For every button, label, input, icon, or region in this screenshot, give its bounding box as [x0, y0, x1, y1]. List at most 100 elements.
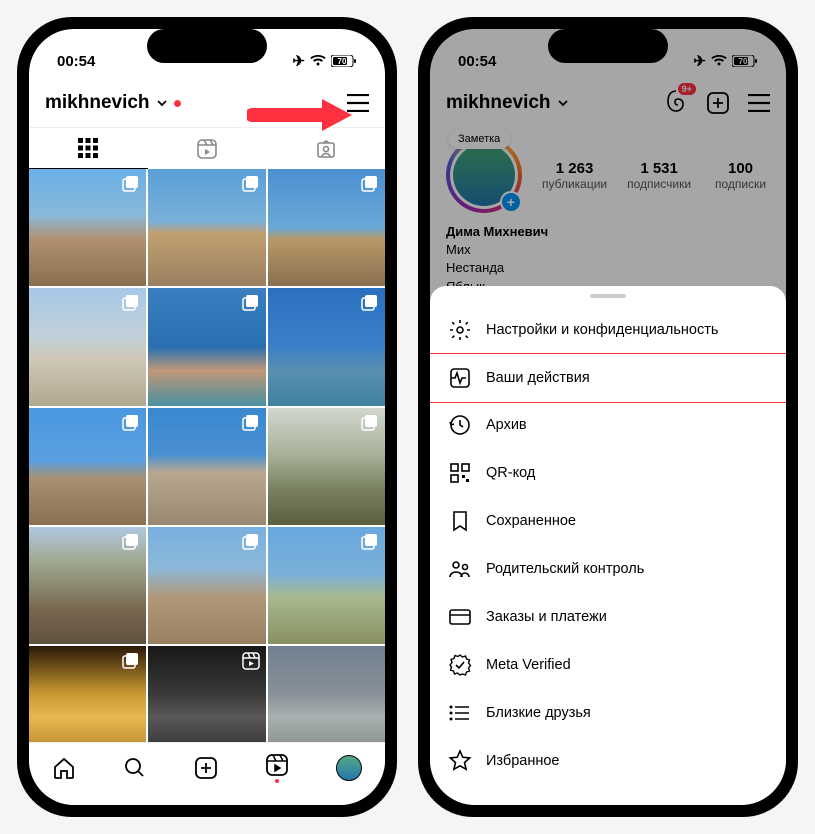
star-icon — [448, 749, 472, 773]
qr-icon — [448, 461, 472, 485]
menu-item-qr[interactable]: QR-код — [430, 449, 786, 497]
menu-item-card[interactable]: Заказы и платежи — [430, 593, 786, 641]
grid-tab[interactable] — [29, 128, 148, 169]
nav-profile[interactable] — [336, 755, 362, 781]
bio-name: Дима Михневич — [446, 223, 770, 241]
list-icon — [448, 701, 472, 725]
menu-item-label: Избранное — [486, 753, 559, 769]
menu-item-gear[interactable]: Настройки и конфиденциальность — [430, 306, 786, 354]
notification-badge: 9+ — [678, 83, 696, 95]
carousel-icon — [242, 414, 260, 432]
svg-text:70: 70 — [739, 57, 748, 66]
post-thumbnail[interactable] — [29, 288, 146, 405]
gear-icon — [448, 318, 472, 342]
post-thumbnail[interactable] — [268, 408, 385, 525]
screen-right: 00:54 ✈ 70 mikhnevich 9+ Заметка — [430, 29, 786, 805]
wifi-icon — [711, 55, 727, 67]
carousel-icon — [242, 533, 260, 551]
menu-item-label: Близкие друзья — [486, 705, 591, 721]
menu-item-label: Настройки и конфиденциальность — [486, 322, 718, 338]
nav-reels[interactable] — [265, 753, 289, 783]
profile-header: mikhnevich 9+ — [430, 79, 786, 127]
carousel-icon — [122, 533, 140, 551]
post-thumbnail[interactable] — [148, 169, 265, 286]
grid-icon — [78, 138, 98, 158]
menu-item-parental[interactable]: Родительский контроль — [430, 545, 786, 593]
menu-item-label: Сохраненное — [486, 513, 576, 529]
carousel-icon — [122, 414, 140, 432]
carousel-icon — [122, 175, 140, 193]
post-thumbnail[interactable] — [148, 288, 265, 405]
post-thumbnail[interactable] — [29, 408, 146, 525]
carousel-icon — [122, 652, 140, 670]
airplane-icon: ✈ — [292, 52, 305, 70]
status-icons: ✈ 70 — [693, 52, 758, 70]
nav-home[interactable] — [52, 756, 76, 780]
carousel-icon — [122, 294, 140, 312]
sheet-handle[interactable] — [590, 294, 626, 298]
plus-square-icon[interactable] — [706, 91, 730, 115]
bookmark-icon — [448, 509, 472, 533]
username-dropdown[interactable]: mikhnevich — [45, 92, 181, 114]
profile-avatar[interactable]: + — [446, 137, 522, 213]
note-bubble[interactable]: Заметка — [448, 129, 510, 149]
menu-item-star[interactable]: Избранное — [430, 737, 786, 785]
add-story-icon[interactable]: + — [500, 191, 522, 213]
post-thumbnail[interactable] — [29, 169, 146, 286]
menu-item-label: Родительский контроль — [486, 561, 644, 577]
menu-item-activity[interactable]: Ваши действия — [430, 353, 786, 403]
nav-search[interactable] — [123, 756, 147, 780]
notch — [548, 29, 668, 63]
post-thumbnail[interactable] — [29, 527, 146, 644]
notch — [147, 29, 267, 63]
phone-left: 00:54 ✈ 70 mikhnevich — [17, 17, 397, 817]
battery-icon: 70 — [331, 55, 357, 67]
stat-following[interactable]: 100подписки — [711, 160, 770, 191]
verified-icon — [448, 653, 472, 677]
stat-followers[interactable]: 1 531подписчики — [627, 160, 691, 191]
reels-nav-icon — [265, 753, 289, 777]
menu-item-label: Архив — [486, 417, 527, 433]
menu-item-list[interactable]: Близкие друзья — [430, 689, 786, 737]
screen-left: 00:54 ✈ 70 mikhnevich — [29, 29, 385, 805]
post-thumbnail[interactable] — [148, 408, 265, 525]
phone-right: 00:54 ✈ 70 mikhnevich 9+ Заметка — [418, 17, 798, 817]
bottom-nav — [29, 742, 385, 805]
status-time: 00:54 — [57, 53, 95, 70]
archive-icon — [448, 413, 472, 437]
stat-posts[interactable]: 1 263публикации — [542, 160, 607, 191]
plus-square-icon — [194, 756, 218, 780]
menu-item-label: QR-код — [486, 465, 535, 481]
nav-create[interactable] — [194, 756, 218, 780]
status-icons: ✈ 70 — [292, 52, 357, 70]
profile-stats: + 1 263публикации 1 531подписчики 100под… — [430, 127, 786, 223]
post-thumbnail[interactable] — [268, 288, 385, 405]
home-icon — [52, 756, 76, 780]
post-thumbnail[interactable] — [148, 527, 265, 644]
post-thumbnail[interactable] — [268, 527, 385, 644]
tutorial-arrow-icon — [247, 95, 357, 135]
carousel-icon — [242, 175, 260, 193]
menu-item-bookmark[interactable]: Сохраненное — [430, 497, 786, 545]
menu-item-label: Meta Verified — [486, 657, 571, 673]
chevron-down-icon — [557, 97, 569, 109]
menu-item-label: Ваши действия — [486, 370, 590, 386]
username-text: mikhnevich — [446, 92, 551, 114]
username-dropdown[interactable]: mikhnevich — [446, 92, 569, 114]
menu-item-archive[interactable]: Архив — [430, 401, 786, 449]
carousel-icon — [242, 294, 260, 312]
menu-list: Настройки и конфиденциальность Ваши дейст… — [430, 306, 786, 785]
nav-dot — [275, 779, 279, 783]
svg-text:70: 70 — [338, 57, 347, 66]
search-icon — [123, 756, 147, 780]
username-text: mikhnevich — [45, 92, 150, 114]
hamburger-menu-icon[interactable] — [748, 94, 770, 112]
carousel-icon — [361, 294, 379, 312]
post-thumbnail[interactable] — [268, 169, 385, 286]
bio-line: Мих — [446, 241, 770, 259]
carousel-icon — [361, 175, 379, 193]
bio-line: Нестанда — [446, 259, 770, 277]
menu-item-verified[interactable]: Meta Verified — [430, 641, 786, 689]
carousel-icon — [361, 533, 379, 551]
threads-button[interactable]: 9+ — [664, 89, 688, 118]
